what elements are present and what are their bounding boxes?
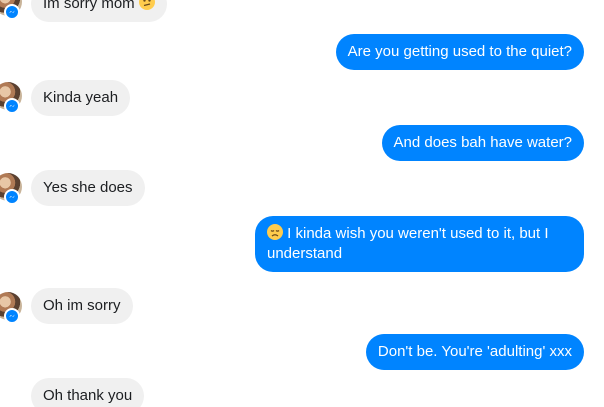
outgoing-message[interactable]: Don't be. You're 'adulting' xxx [365, 334, 584, 370]
message-text: Don't be. You're 'adulting' xxx [377, 343, 572, 360]
message-text: Im sorry mom [43, 0, 135, 12]
sender-avatar[interactable] [0, 0, 24, 20]
messenger-badge-icon [4, 4, 20, 20]
incoming-message[interactable]: Oh thank you [31, 378, 145, 407]
incoming-message[interactable]: Oh im sorry [31, 288, 133, 324]
messenger-badge-icon [4, 308, 20, 324]
message-text: Yes she does [43, 179, 133, 196]
message-text: Oh thank you [43, 387, 133, 404]
confused-face-emoji-icon [138, 0, 155, 10]
incoming-message[interactable]: Im sorry mom [31, 0, 167, 22]
message-thread: Im sorry mom Are you getting used to the… [0, 0, 604, 407]
message-text: Oh im sorry [43, 297, 121, 314]
sender-avatar[interactable] [0, 292, 24, 324]
message-text: Kinda yeah [43, 89, 119, 106]
sender-avatar[interactable] [0, 82, 24, 114]
incoming-message[interactable]: Kinda yeah [31, 80, 131, 116]
message-text: And does bah have water? [393, 134, 572, 151]
sender-avatar[interactable] [0, 173, 24, 205]
messenger-badge-icon [4, 98, 20, 114]
outgoing-message[interactable]: I kinda wish you weren't used to it, but… [255, 216, 584, 272]
disappointed-face-emoji-icon [267, 224, 283, 240]
outgoing-message[interactable]: Are you getting used to the quiet? [335, 34, 584, 70]
incoming-message[interactable]: Yes she does [31, 170, 145, 206]
outgoing-message[interactable]: And does bah have water? [381, 125, 584, 161]
message-text: I kinda wish you weren't used to it, but… [267, 225, 549, 262]
message-text: Are you getting used to the quiet? [347, 43, 572, 60]
messenger-badge-icon [4, 189, 20, 205]
